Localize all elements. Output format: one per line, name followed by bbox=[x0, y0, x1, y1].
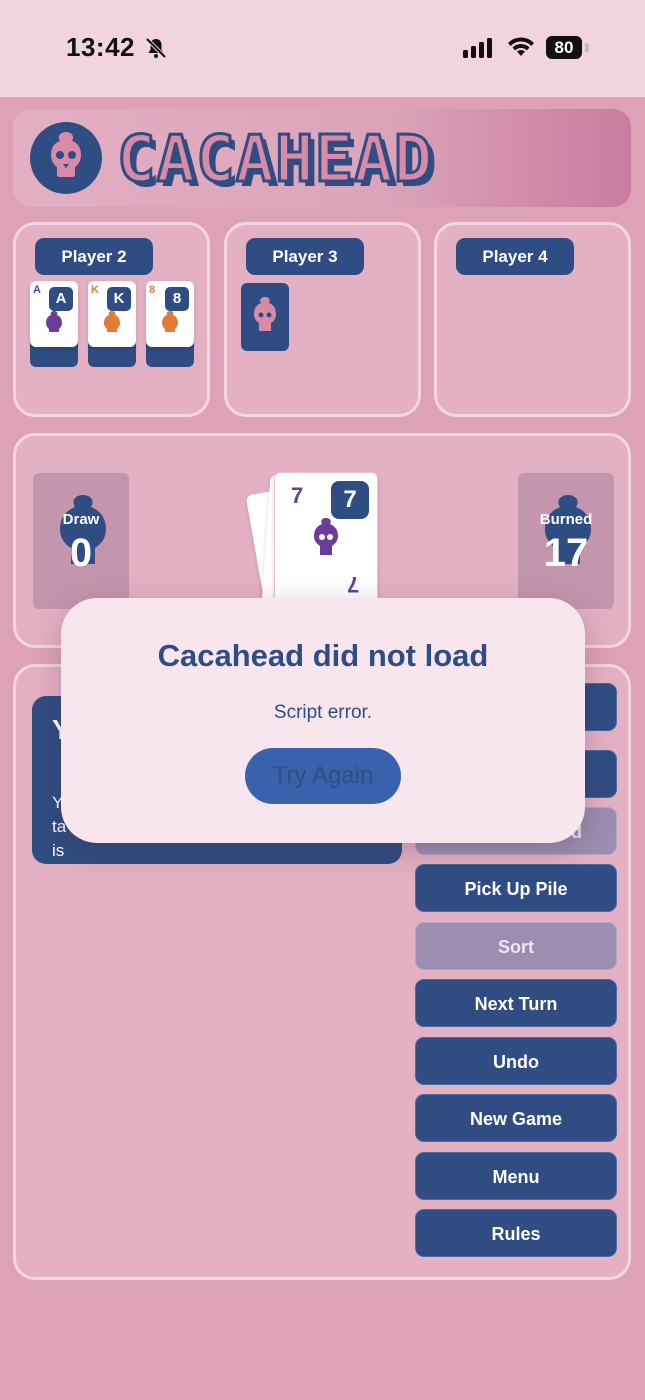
player-card[interactable]: A A bbox=[30, 281, 78, 347]
cellular-signal-icon bbox=[463, 38, 492, 58]
try-again-button[interactable]: Try Again bbox=[245, 748, 401, 804]
player-name-badge: Player 2 bbox=[35, 238, 153, 275]
skull-icon bbox=[104, 311, 120, 332]
app-header: CACAHEAD bbox=[13, 109, 631, 207]
status-time: 13:42 bbox=[66, 32, 135, 62]
silent-bell-icon bbox=[145, 37, 167, 59]
face-down-card bbox=[241, 283, 289, 351]
burned-pile-label: Burned bbox=[539, 511, 593, 528]
next-turn-button[interactable]: Next Turn bbox=[415, 979, 617, 1027]
pick-up-pile-button[interactable]: Pick Up Pile bbox=[415, 864, 617, 912]
error-dialog-title: Cacahead did not load bbox=[157, 638, 489, 673]
card-rank-chip: 8 bbox=[165, 287, 189, 311]
error-dialog-message: Script error. bbox=[273, 702, 373, 723]
skull-icon bbox=[254, 297, 276, 331]
discard-top-card[interactable]: 7 7 7 bbox=[274, 472, 378, 604]
player-name-badge: Player 3 bbox=[246, 238, 364, 275]
skull-logo-icon bbox=[30, 122, 102, 194]
new-game-button[interactable]: New Game bbox=[415, 1094, 617, 1142]
burned-pile[interactable]: Burned 17 bbox=[516, 471, 616, 611]
player-panel-3: Player 3 bbox=[224, 222, 421, 417]
burned-pile-count: 17 bbox=[543, 531, 589, 575]
error-dialog: Cacahead did not load Script error. Try … bbox=[61, 598, 585, 843]
menu-button[interactable]: Menu bbox=[415, 1152, 617, 1200]
app-title: CACAHEAD bbox=[115, 122, 434, 199]
card-rank-chip: K bbox=[107, 287, 131, 311]
draw-pile[interactable]: Draw 0 bbox=[31, 471, 131, 611]
card-corner-rank: K bbox=[91, 284, 99, 296]
player-card[interactable]: K K bbox=[88, 281, 136, 347]
player-card[interactable]: 8 8 bbox=[146, 281, 194, 347]
draw-pile-count: 0 bbox=[69, 531, 93, 575]
player-panel-4: Player 4 bbox=[434, 222, 631, 417]
undo-button[interactable]: Undo bbox=[415, 1037, 617, 1085]
card-rank-chip: A bbox=[49, 287, 73, 311]
wifi-icon bbox=[508, 37, 534, 56]
draw-pile-label: Draw bbox=[62, 511, 100, 528]
rules-button[interactable]: Rules bbox=[415, 1209, 617, 1257]
player-panel-2: Player 2 A A K K 8 8 bbox=[13, 222, 210, 417]
card-corner-rank: 8 bbox=[149, 284, 156, 296]
status-bar: 13:42 80 bbox=[0, 0, 645, 97]
skull-icon bbox=[46, 311, 62, 332]
battery-indicator: 80 bbox=[546, 36, 582, 59]
skull-icon bbox=[314, 518, 338, 555]
card-rank-chip: 7 bbox=[331, 481, 369, 519]
card-corner-rank: A bbox=[33, 284, 41, 296]
turn-info-text: is bbox=[52, 841, 65, 860]
card-corner-rank-bottom: 7 bbox=[347, 572, 360, 597]
card-corner-rank: 7 bbox=[291, 483, 304, 508]
sort-button[interactable]: Sort bbox=[415, 922, 617, 970]
player-name-badge: Player 4 bbox=[456, 238, 574, 275]
battery-tip bbox=[585, 43, 589, 52]
skull-icon bbox=[162, 311, 178, 332]
